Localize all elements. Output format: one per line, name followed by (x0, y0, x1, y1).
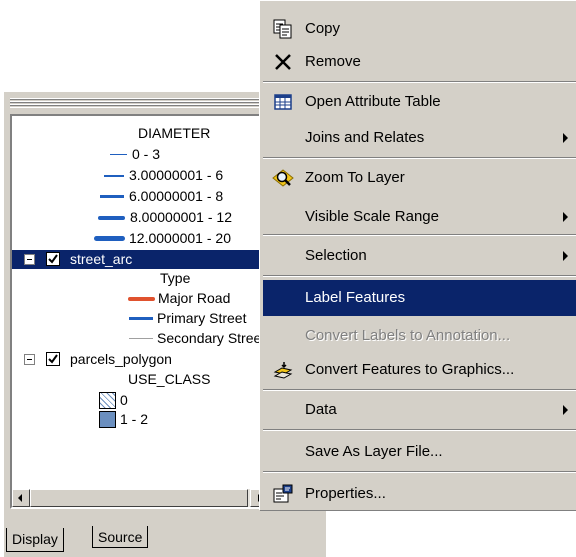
menu-separator (263, 157, 576, 159)
arrow-left-icon (18, 494, 22, 502)
legend-item-diameter-4: 12.0000001 - 20 (94, 229, 268, 248)
layer-row-street-arc[interactable]: street_arc (12, 250, 268, 269)
scroll-thumb[interactable] (30, 489, 248, 507)
diameter-heading: DIAMETER (138, 125, 211, 141)
layer-context-menu: Copy Remove Open Attribute Table Joins a… (259, 0, 576, 510)
menu-item-convert-labels-to-annotation: Convert Labels to Annotation... (305, 327, 511, 344)
menu-item-save-as-layer-file[interactable]: Save As Layer File... (263, 435, 576, 468)
collapse-toggle-icon[interactable] (24, 254, 35, 265)
layer-tree: DIAMETER 0 - 3 3.00000001 - 6 6.00000001… (12, 116, 268, 487)
legend-item-diameter-0: 0 - 3 (110, 145, 268, 164)
menu-item-selection[interactable]: Selection (263, 239, 576, 272)
scroll-left-button[interactable] (12, 489, 30, 507)
line-symbol-icon (110, 154, 127, 155)
layer-visibility-checkbox[interactable] (46, 352, 60, 366)
submenu-arrow-icon (563, 212, 568, 222)
polygon-symbol-icon (99, 411, 116, 428)
submenu-arrow-icon (563, 133, 568, 143)
line-symbol-icon (128, 297, 155, 301)
legend-item-diameter-2: 6.00000001 - 8 (100, 187, 268, 206)
toolbar-grip[interactable] (10, 98, 260, 108)
tab-display[interactable]: Display (6, 528, 64, 552)
polygon-symbol-icon (99, 392, 116, 409)
menu-item-visible-scale-range[interactable]: Visible Scale Range (263, 200, 576, 233)
menu-separator (263, 234, 576, 236)
line-symbol-icon (98, 216, 125, 220)
layer-row-parcels-polygon[interactable]: parcels_polygon (12, 350, 268, 369)
convert-graphics-icon (272, 359, 294, 381)
menu-separator (263, 275, 576, 277)
zoom-to-layer-icon (272, 167, 294, 189)
menu-separator (263, 81, 576, 83)
menu-item-data[interactable]: Data (263, 393, 576, 426)
line-symbol-icon (100, 195, 124, 198)
menu-item-zoom-to-layer[interactable]: Zoom To Layer (263, 161, 576, 194)
menu-separator (263, 389, 576, 391)
menu-separator (263, 429, 576, 431)
legend-item-use-class-0: 0 (99, 391, 249, 410)
legend-item-major-road: Major Road (128, 289, 268, 308)
properties-icon (272, 483, 294, 505)
layer-tree-frame: DIAMETER 0 - 3 3.00000001 - 6 6.00000001… (10, 114, 270, 509)
street-type-heading: Type (160, 270, 191, 286)
line-symbol-icon (104, 175, 124, 177)
legend-item-diameter-1: 3.00000001 - 6 (104, 166, 268, 185)
copy-icon (272, 18, 294, 40)
horizontal-scrollbar[interactable] (12, 489, 268, 507)
layer-visibility-checkbox[interactable] (46, 252, 60, 266)
menu-item-convert-features-to-graphics[interactable]: Convert Features to Graphics... (263, 353, 576, 386)
submenu-arrow-icon (563, 251, 568, 261)
remove-x-icon (272, 51, 294, 73)
legend-item-diameter-3: 8.00000001 - 12 (98, 208, 268, 227)
tab-source[interactable]: Source (92, 526, 149, 548)
legend-item-secondary-street: Secondary Street (129, 329, 268, 348)
line-symbol-icon (129, 338, 153, 339)
menu-item-remove[interactable]: Remove (263, 45, 576, 78)
menu-item-copy[interactable]: Copy (263, 12, 576, 45)
menu-separator (263, 471, 576, 473)
menu-item-open-attribute-table[interactable]: Open Attribute Table (263, 85, 576, 118)
menu-item-joins-and-relates[interactable]: Joins and Relates (263, 121, 576, 154)
legend-item-use-class-1: 1 - 2 (99, 410, 249, 429)
legend-item-primary-street: Primary Street (129, 309, 268, 328)
line-symbol-icon (94, 236, 125, 241)
collapse-toggle-icon[interactable] (24, 354, 35, 365)
menu-item-label-features[interactable]: Label Features (263, 280, 576, 316)
attribute-table-icon (272, 91, 294, 113)
submenu-arrow-icon (563, 405, 568, 415)
line-symbol-icon (129, 317, 153, 320)
parcels-use-class-heading: USE_CLASS (128, 371, 211, 387)
menu-item-properties[interactable]: Properties... (263, 477, 576, 510)
